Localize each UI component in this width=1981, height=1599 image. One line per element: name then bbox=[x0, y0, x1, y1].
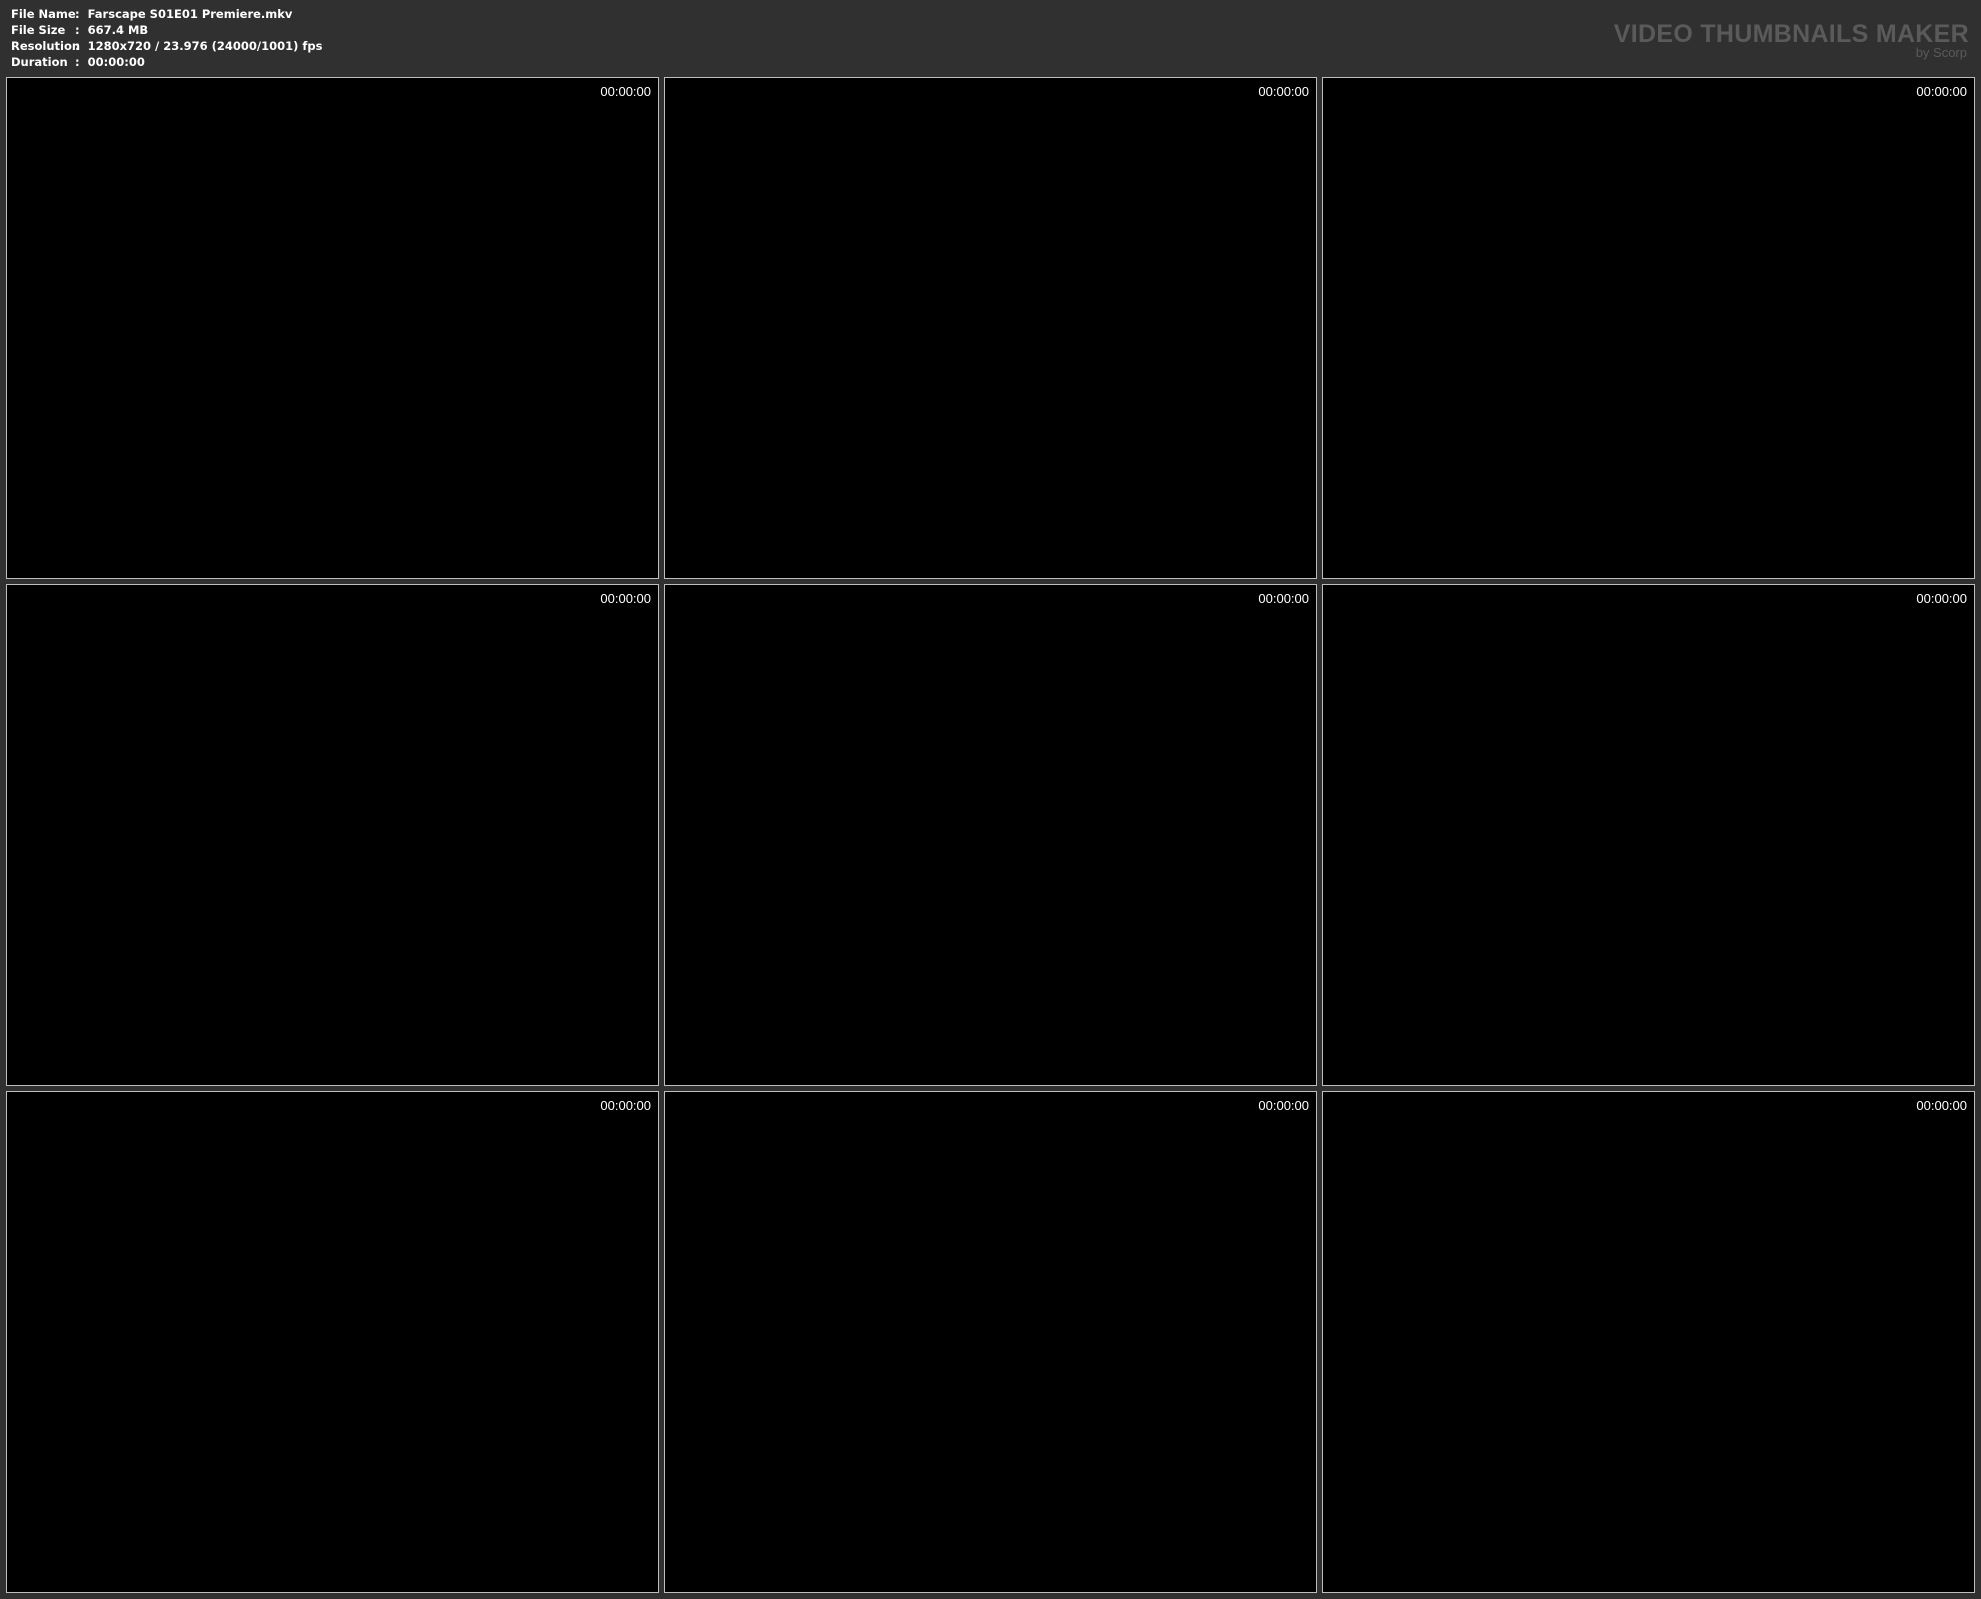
thumbnail: 00:00:00 bbox=[1322, 77, 1975, 579]
info-value: 667.4 MB bbox=[87, 23, 149, 37]
info-value: 1280x720 / 23.976 (24000/1001) fps bbox=[87, 39, 323, 53]
info-label: File Size bbox=[11, 23, 66, 37]
thumbnail-grid: 00:00:00 00:00:00 00:00:00 00:00:00 00:0… bbox=[6, 77, 1975, 1593]
brand-watermark: VIDEO THUMBNAILS MAKER by Scorp bbox=[1614, 20, 1969, 60]
thumbnail-timestamp: 00:00:00 bbox=[1258, 591, 1309, 606]
info-label: Resolution bbox=[11, 39, 81, 53]
file-info-panel: File Name : Farscape S01E01 Premiere.mkv… bbox=[11, 6, 322, 70]
info-row-file-size: File Size : 667.4 MB bbox=[11, 22, 322, 38]
info-separator: : bbox=[75, 55, 80, 69]
thumbnail: 00:00:00 bbox=[6, 584, 659, 1086]
thumbnail-timestamp: 00:00:00 bbox=[1916, 1098, 1967, 1113]
thumbnail: 00:00:00 bbox=[1322, 584, 1975, 1086]
info-value: 00:00:00 bbox=[87, 55, 145, 69]
thumbnail: 00:00:00 bbox=[6, 1091, 659, 1593]
thumbnail-timestamp: 00:00:00 bbox=[600, 1098, 651, 1113]
info-row-file-name: File Name : Farscape S01E01 Premiere.mkv bbox=[11, 6, 322, 22]
brand-author: by Scorp bbox=[1915, 45, 1967, 60]
thumbnail: 00:00:00 bbox=[664, 1091, 1317, 1593]
thumbnail: 00:00:00 bbox=[1322, 1091, 1975, 1593]
thumbnail: 00:00:00 bbox=[664, 77, 1317, 579]
thumbnail-timestamp: 00:00:00 bbox=[600, 591, 651, 606]
info-separator: : bbox=[75, 7, 80, 21]
info-label: File Name bbox=[11, 7, 76, 21]
info-row-duration: Duration : 00:00:00 bbox=[11, 54, 322, 70]
info-row-resolution: Resolution : 1280x720 / 23.976 (24000/10… bbox=[11, 38, 322, 54]
thumbnail-timestamp: 00:00:00 bbox=[1916, 591, 1967, 606]
brand-title: VIDEO THUMBNAILS MAKER bbox=[1613, 20, 1969, 48]
thumbnail: 00:00:00 bbox=[6, 77, 659, 579]
thumbnail: 00:00:00 bbox=[664, 584, 1317, 1086]
thumbnail-timestamp: 00:00:00 bbox=[1916, 84, 1967, 99]
info-label: Duration bbox=[11, 55, 68, 69]
info-separator: : bbox=[75, 23, 80, 37]
thumbnail-timestamp: 00:00:00 bbox=[1258, 84, 1309, 99]
info-separator: : bbox=[75, 39, 80, 53]
thumbnail-timestamp: 00:00:00 bbox=[1258, 1098, 1309, 1113]
thumbnail-timestamp: 00:00:00 bbox=[600, 84, 651, 99]
info-value: Farscape S01E01 Premiere.mkv bbox=[87, 7, 293, 21]
